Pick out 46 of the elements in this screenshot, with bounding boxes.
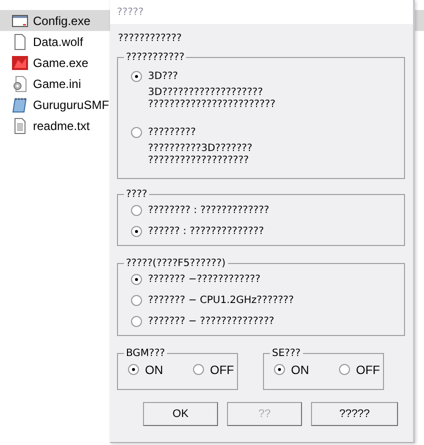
- file-name: readme.txt: [33, 118, 90, 132]
- option-label: 3D???: [148, 70, 178, 82]
- file-name: Game.exe: [33, 56, 88, 70]
- radio-button[interactable]: [274, 364, 285, 375]
- radio-button[interactable]: [131, 226, 142, 237]
- option-description: 3D???????????????????: [148, 87, 264, 99]
- document-icon: [12, 34, 28, 50]
- option-label: ?????????: [148, 126, 196, 138]
- option-label: ??????? − ??????????????: [148, 316, 274, 327]
- radio-button[interactable]: [131, 295, 142, 306]
- group-title: ???????????: [125, 52, 186, 63]
- group-title: BGM???: [125, 348, 166, 359]
- radio-button[interactable]: [128, 364, 139, 375]
- option-label: ON: [145, 362, 163, 376]
- group-title: ????: [125, 189, 148, 200]
- option-description: ???????????????????: [148, 155, 250, 167]
- option-label: ??????? − CPU1.2GHz???????: [148, 295, 294, 306]
- window-icon: [12, 12, 28, 28]
- settings-file-icon: [12, 76, 28, 92]
- notepad-icon: [12, 96, 28, 112]
- option-label: ?????? : ??????????????: [148, 226, 264, 237]
- radio-button[interactable]: [339, 364, 350, 375]
- option-label: ??????? −????????????: [148, 274, 260, 285]
- option-label: ???????? : ?????????????: [148, 205, 270, 216]
- group-title: SE???: [271, 348, 302, 359]
- file-name: Config.exe: [33, 14, 90, 28]
- dialog-button[interactable]: ?????: [311, 402, 398, 426]
- text-file-icon: [12, 118, 28, 134]
- file-name: GuruguruSMF: [33, 98, 110, 112]
- radio-button[interactable]: [131, 70, 142, 82]
- option-label: OFF: [210, 362, 234, 376]
- radio-button[interactable]: [131, 316, 142, 327]
- group-title: ?????(????F5??????): [125, 258, 227, 269]
- radio-button[interactable]: [131, 205, 142, 216]
- file-name: Data.wolf: [33, 34, 84, 48]
- instruction-text: ????????????: [118, 33, 183, 44]
- dialog-button[interactable]: OK: [143, 402, 218, 426]
- game-icon: [12, 54, 28, 70]
- file-name: Game.ini: [33, 76, 82, 90]
- option-description: ????????????????????????: [148, 99, 276, 111]
- option-description: ??????????3D???????: [148, 143, 254, 155]
- option-label: OFF: [356, 362, 380, 376]
- radio-button[interactable]: [131, 274, 142, 285]
- option-label: ON: [291, 362, 309, 376]
- radio-button[interactable]: [193, 364, 204, 375]
- radio-button[interactable]: [131, 126, 142, 138]
